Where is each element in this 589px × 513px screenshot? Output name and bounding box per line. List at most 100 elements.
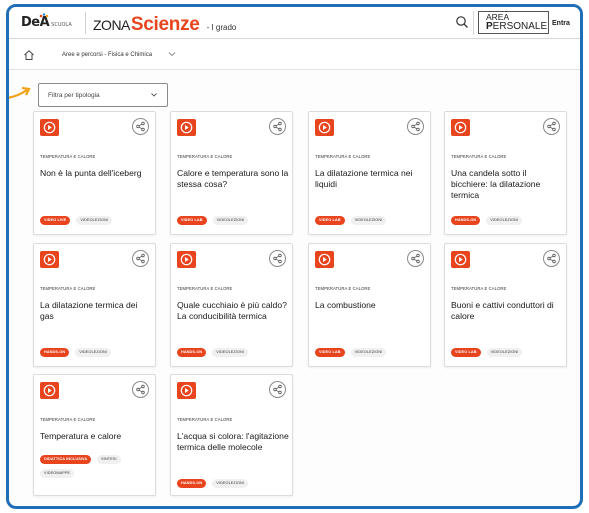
card-tag[interactable]: HANDS-ON <box>451 216 481 225</box>
card-title[interactable]: Quale cucchiaio è più caldo? La conducib… <box>177 300 289 322</box>
card-title[interactable]: Buoni e cattivi conduttori di calore <box>451 300 563 322</box>
card-tag[interactable]: HANDS-ON <box>40 348 70 357</box>
resource-card[interactable]: TEMPERATURA E CALORE Buoni e cattivi cond… <box>444 243 567 367</box>
area-label-line2: PERSONALE <box>486 21 548 32</box>
brand-prefix: ZONA <box>93 17 130 33</box>
card-title[interactable]: La dilatazione termica dei gas <box>40 300 152 322</box>
card-tag[interactable]: VIDEOLEZIONI <box>212 479 249 488</box>
header-divider <box>85 12 86 34</box>
card-tag[interactable]: VIDEOLEZIONI <box>350 216 387 225</box>
card-category: TEMPERATURA E CALORE <box>177 417 233 422</box>
breadcrumb-bar: Aree e percorsi - Fisica e Chimica <box>9 40 580 70</box>
home-icon[interactable] <box>23 49 35 61</box>
card-category: TEMPERATURA E CALORE <box>177 286 233 291</box>
play-icon[interactable] <box>177 382 196 399</box>
card-category: TEMPERATURA E CALORE <box>315 286 371 291</box>
card-tag[interactable]: VIDEOLEZIONI <box>486 348 523 357</box>
share-icon[interactable] <box>269 118 286 135</box>
resource-card[interactable]: TEMPERATURA E CALORE Una candela sotto il… <box>444 111 567 235</box>
card-tag[interactable]: VIDEO LAB <box>451 348 481 357</box>
resource-card[interactable]: TEMPERATURA E CALORE Quale cucchiaio è pi… <box>170 243 293 367</box>
card-tags: HANDS-ON VIDEOLEZIONI <box>177 479 289 488</box>
share-icon[interactable] <box>407 118 424 135</box>
card-category: TEMPERATURA E CALORE <box>451 286 507 291</box>
card-tag[interactable]: VIDEOLEZIONI <box>76 216 113 225</box>
card-tag[interactable]: VIDEO LIVE <box>40 216 71 225</box>
card-tag[interactable]: DIDATTICA INCLUSIVA <box>40 455 92 464</box>
card-title[interactable]: Calore e temperatura sono la stessa cosa… <box>177 168 289 190</box>
filter-label: Filtra per tipologia <box>48 92 100 99</box>
share-icon[interactable] <box>132 118 149 135</box>
card-title[interactable]: L'acqua si colora: l'agitazione termica … <box>177 431 289 453</box>
card-tag[interactable]: VIDEOLEZIONI <box>212 216 249 225</box>
area-personale-button[interactable]: AREA PERSONALE <box>478 11 549 34</box>
card-tag[interactable]: VIDEO LAB <box>315 216 345 225</box>
share-icon[interactable] <box>543 250 560 267</box>
resource-card[interactable]: TEMPERATURA E CALORE Temperatura e calore… <box>33 374 156 496</box>
filter-dropdown[interactable]: Filtra per tipologia <box>38 83 168 107</box>
card-tag[interactable]: HANDS-ON <box>177 348 207 357</box>
share-icon[interactable] <box>269 381 286 398</box>
card-tag[interactable]: VIDEO LAB <box>315 348 345 357</box>
brand-name: Scienze <box>130 14 200 35</box>
logo-mark-icon <box>39 13 49 18</box>
share-icon[interactable] <box>132 381 149 398</box>
play-icon[interactable] <box>315 119 334 136</box>
play-icon[interactable] <box>40 251 59 268</box>
resource-card[interactable]: TEMPERATURA E CALORE La dilatazione termi… <box>308 111 431 235</box>
card-tag[interactable]: VIDEOLEZIONI <box>75 348 112 357</box>
app-frame: DeA SCUOLA ZONA Scienze - I grado AREA P… <box>6 4 583 509</box>
card-title[interactable]: Temperatura e calore <box>40 431 152 442</box>
card-category: TEMPERATURA E CALORE <box>40 154 96 159</box>
card-tag[interactable]: VIDEOLEZIONI <box>486 216 523 225</box>
play-icon[interactable] <box>177 251 196 268</box>
card-title[interactable]: Una candela sotto il bicchiere: la dilat… <box>451 168 563 201</box>
resource-card[interactable]: TEMPERATURA E CALORE Calore e temperatura… <box>170 111 293 235</box>
share-icon[interactable] <box>543 118 560 135</box>
play-icon[interactable] <box>315 251 334 268</box>
breadcrumb-item[interactable]: Aree e percorsi - Fisica e Chimica <box>62 52 152 58</box>
card-tags: VIDEO LAB VIDEOLEZIONI <box>315 216 427 225</box>
login-link[interactable]: Entra <box>552 20 570 27</box>
card-tags: DIDATTICA INCLUSIVA SINTESI VIDEOMAPPE <box>40 455 152 478</box>
play-icon[interactable] <box>40 119 59 136</box>
resource-card[interactable]: TEMPERATURA E CALORE La combustione VIDEO … <box>308 243 431 367</box>
card-category: TEMPERATURA E CALORE <box>40 286 96 291</box>
card-tag[interactable]: VIDEOMAPPE <box>40 469 75 478</box>
search-icon[interactable] <box>455 15 469 29</box>
resource-card[interactable]: TEMPERATURA E CALORE La dilatazione termi… <box>33 243 156 367</box>
card-tag[interactable]: VIDEOLEZIONI <box>350 348 387 357</box>
play-icon[interactable] <box>451 119 470 136</box>
card-tags: HANDS-ON VIDEOLEZIONI <box>451 216 563 225</box>
card-title[interactable]: La dilatazione termica nei liquidi <box>315 168 427 190</box>
card-category: TEMPERATURA E CALORE <box>451 154 507 159</box>
card-tag[interactable]: VIDEOLEZIONI <box>212 348 249 357</box>
grade-label: - I grado <box>206 23 237 32</box>
card-category: TEMPERATURA E CALORE <box>315 154 371 159</box>
card-tags: VIDEO LIVE VIDEOLEZIONI <box>40 216 152 225</box>
card-title[interactable]: La combustione <box>315 300 427 311</box>
share-icon[interactable] <box>269 250 286 267</box>
zona-scienze-brand[interactable]: ZONA Scienze - I grado <box>93 14 236 36</box>
share-icon[interactable] <box>407 250 424 267</box>
play-icon[interactable] <box>177 119 196 136</box>
card-tag[interactable]: VIDEO LAB <box>177 216 207 225</box>
top-bar: DeA SCUOLA ZONA Scienze - I grado AREA P… <box>9 7 580 39</box>
pointer-arrow-icon <box>9 86 31 99</box>
card-tags: VIDEO LAB VIDEOLEZIONI <box>315 348 427 357</box>
chevron-down-icon[interactable] <box>167 49 177 59</box>
card-category: TEMPERATURA E CALORE <box>177 154 233 159</box>
card-tags: VIDEO LAB VIDEOLEZIONI <box>177 216 289 225</box>
card-tag[interactable]: HANDS-ON <box>177 479 207 488</box>
card-category: TEMPERATURA E CALORE <box>40 417 96 422</box>
share-icon[interactable] <box>132 250 149 267</box>
play-icon[interactable] <box>451 251 470 268</box>
dea-scuola-logo[interactable]: DeA SCUOLA <box>21 13 72 30</box>
resource-card[interactable]: TEMPERATURA E CALORE L'acqua si colora: l… <box>170 374 293 496</box>
play-icon[interactable] <box>40 382 59 399</box>
resource-card[interactable]: TEMPERATURA E CALORE Non è la punta dell'… <box>33 111 156 235</box>
card-tags: VIDEO LAB VIDEOLEZIONI <box>451 348 563 357</box>
card-tags: HANDS-ON VIDEOLEZIONI <box>177 348 289 357</box>
card-title[interactable]: Non è la punta dell'iceberg <box>40 168 152 179</box>
card-tag[interactable]: SINTESI <box>97 455 121 464</box>
